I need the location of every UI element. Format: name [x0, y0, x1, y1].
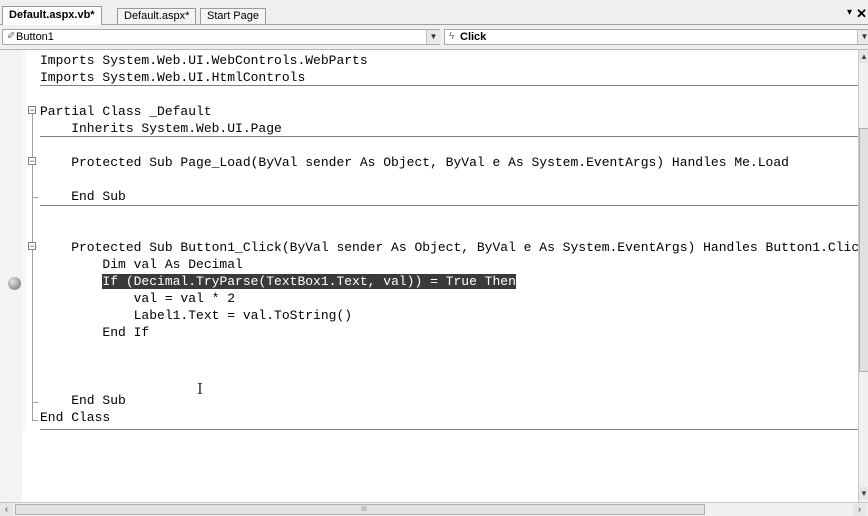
outline-end: [32, 420, 38, 421]
code-line[interactable]: Dim val As Decimal: [40, 256, 242, 273]
code-line[interactable]: End If: [40, 324, 149, 341]
collapse-icon[interactable]: −: [28, 106, 36, 115]
code-line[interactable]: End Sub: [40, 392, 126, 409]
scroll-up-icon[interactable]: ▲: [859, 50, 868, 63]
code-line[interactable]: Protected Sub Button1_Click(ByVal sender…: [40, 239, 867, 256]
code-line[interactable]: Partial Class _Default: [40, 103, 212, 120]
code-line-highlighted[interactable]: If (Decimal.TryParse(TextBox1.Text, val)…: [40, 273, 516, 290]
collapse-icon[interactable]: −: [28, 242, 36, 251]
navigation-bar: ✐ Button1 ▼ ϟ Click ▼: [0, 25, 868, 50]
text-cursor-icon: I: [197, 380, 203, 398]
procedure-separator: [40, 205, 858, 206]
code-line[interactable]: Imports System.Web.UI.HtmlControls: [40, 69, 305, 86]
code-line[interactable]: val = val * 2: [40, 290, 235, 307]
chevron-down-icon[interactable]: ▼: [857, 30, 868, 44]
scroll-left-icon[interactable]: ‹: [0, 503, 13, 516]
procedure-separator: [40, 429, 858, 430]
tab-start-page[interactable]: Start Page: [200, 8, 266, 24]
breakpoint-icon[interactable]: [8, 277, 21, 290]
code-line[interactable]: End Class: [40, 409, 110, 426]
scroll-down-icon[interactable]: ▼: [859, 487, 868, 500]
horizontal-scroll-thumb[interactable]: III: [15, 504, 705, 515]
vertical-scroll-thumb[interactable]: [859, 128, 868, 372]
breakpoint-highlight[interactable]: If (Decimal.TryParse(TextBox1.Text, val)…: [102, 274, 516, 289]
object-dropdown[interactable]: ✐ Button1 ▼: [2, 29, 440, 45]
chevron-down-icon[interactable]: ▼: [426, 30, 440, 44]
grip-icon: III: [361, 506, 367, 513]
document-tab-strip: Default.aspx.vb* Default.aspx* Start Pag…: [0, 0, 868, 25]
code-editor[interactable]: − − − Imports System.Web.UI.WebControls.…: [0, 50, 867, 502]
close-tab-icon[interactable]: ✕: [856, 6, 867, 22]
collapse-icon[interactable]: −: [28, 157, 36, 166]
outline-line: [32, 165, 33, 197]
code-line[interactable]: Imports System.Web.UI.WebControls.WebPar…: [40, 52, 368, 69]
code-line[interactable]: Label1.Text = val.ToString(): [40, 307, 352, 324]
tab-default-aspx[interactable]: Default.aspx*: [117, 8, 197, 24]
indicator-margin[interactable]: [0, 50, 22, 502]
member-dropdown[interactable]: ϟ Click ▼: [444, 29, 868, 45]
member-dropdown-value: Click: [460, 31, 487, 43]
change-tracking-bar: [22, 50, 26, 430]
code-line[interactable]: Protected Sub Page_Load(ByVal sender As …: [40, 154, 789, 171]
outline-line: [32, 250, 33, 402]
scroll-right-icon[interactable]: ›: [853, 503, 866, 516]
event-icon: ϟ: [449, 31, 455, 42]
tab-default-aspx-vb[interactable]: Default.aspx.vb*: [2, 6, 102, 25]
outline-end: [32, 402, 38, 403]
code-line[interactable]: Inherits System.Web.UI.Page: [40, 120, 282, 137]
control-icon: ✐: [7, 31, 16, 42]
horizontal-scrollbar[interactable]: ‹ III ›: [0, 502, 868, 516]
code-line[interactable]: End Sub: [40, 188, 126, 205]
vertical-scrollbar[interactable]: ▲ ▼: [858, 50, 868, 502]
tab-list-dropdown-icon[interactable]: ▾: [847, 7, 852, 18]
object-dropdown-value: Button1: [16, 31, 54, 43]
outline-end: [32, 197, 38, 198]
